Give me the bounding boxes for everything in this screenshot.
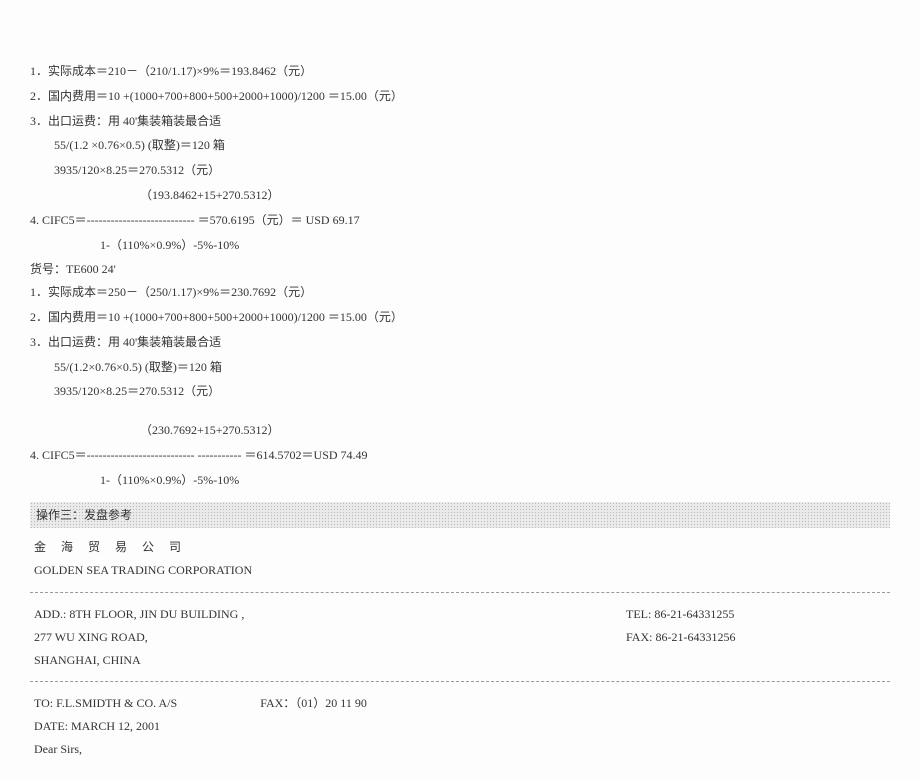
divider <box>30 592 890 593</box>
address-line: ADD.: 8TH FLOOR, JIN DU BUILDING , <box>34 603 626 626</box>
address-row-3: SHANGHAI, CHINA <box>30 649 890 672</box>
line: 2．国内费用＝10 +(1000+700+800+500+2000+1000)/… <box>30 306 890 329</box>
calc-block-1: 1．实际成本＝210－（210/1.17)×9%＝193.8462（元） 2．国… <box>30 60 890 256</box>
line: 3．出口运费：用 40'集装箱装最合适 <box>30 331 890 354</box>
blank <box>626 649 886 672</box>
spacer <box>30 405 890 417</box>
line: 1．实际成本＝210－（210/1.17)×9%＝193.8462（元） <box>30 60 890 83</box>
letter-salutation: Dear Sirs, <box>30 738 890 761</box>
line: 3935/120×8.25＝270.5312（元） <box>30 159 890 182</box>
letter-date: DATE: MARCH 12, 2001 <box>30 715 890 738</box>
company-name-cn: 金 海 贸 易 公 司 <box>30 536 890 559</box>
letter-to-line: TO: F.L.SMIDTH & CO. A/S FAX：（01）20 11 9… <box>30 692 890 715</box>
line: 1．实际成本＝250－（250/1.17)×9%＝230.7692（元） <box>30 281 890 304</box>
formula-numerator: （230.7692+15+270.5312） <box>30 419 890 442</box>
line: 3935/120×8.25＝270.5312（元） <box>30 380 890 403</box>
company-name-en: GOLDEN SEA TRADING CORPORATION <box>30 559 890 582</box>
address-row-2: 277 WU XING ROAD, FAX: 86-21-64331256 <box>30 626 890 649</box>
line: 3．出口运费：用 40'集装箱装最合适 <box>30 110 890 133</box>
formula-main: 4. CIFC5＝--------------------------- ＝57… <box>30 209 890 232</box>
fax: FAX：（01）20 11 90 <box>260 692 367 715</box>
divider <box>30 681 890 682</box>
address-line: SHANGHAI, CHINA <box>34 649 626 672</box>
line: 55/(1.2 ×0.76×0.5) (取整)＝120 箱 <box>30 134 890 157</box>
formula-numerator: （193.8462+15+270.5312） <box>30 184 890 207</box>
address-line: 277 WU XING ROAD, <box>34 626 626 649</box>
fax: FAX: 86-21-64331256 <box>626 626 886 649</box>
line: 55/(1.2×0.76×0.5) (取整)＝120 箱 <box>30 356 890 379</box>
address-row-1: ADD.: 8TH FLOOR, JIN DU BUILDING , TEL: … <box>30 603 890 626</box>
sku-label: 货号：TE600 24' <box>30 258 890 281</box>
formula-main: 4. CIFC5＝--------------------------- ---… <box>30 444 890 467</box>
to: TO: F.L.SMIDTH & CO. A/S <box>34 696 177 710</box>
line: 2．国内费用＝10 +(1000+700+800+500+2000+1000)/… <box>30 85 890 108</box>
formula-denominator: 1-（110%×0.9%）-5%-10% <box>30 234 890 257</box>
calc-block-2: 1．实际成本＝250－（250/1.17)×9%＝230.7692（元） 2．国… <box>30 281 890 491</box>
tel: TEL: 86-21-64331255 <box>626 603 886 626</box>
section-title: 操作三：发盘参考 <box>30 502 890 529</box>
formula-denominator: 1-（110%×0.9%）-5%-10% <box>30 469 890 492</box>
